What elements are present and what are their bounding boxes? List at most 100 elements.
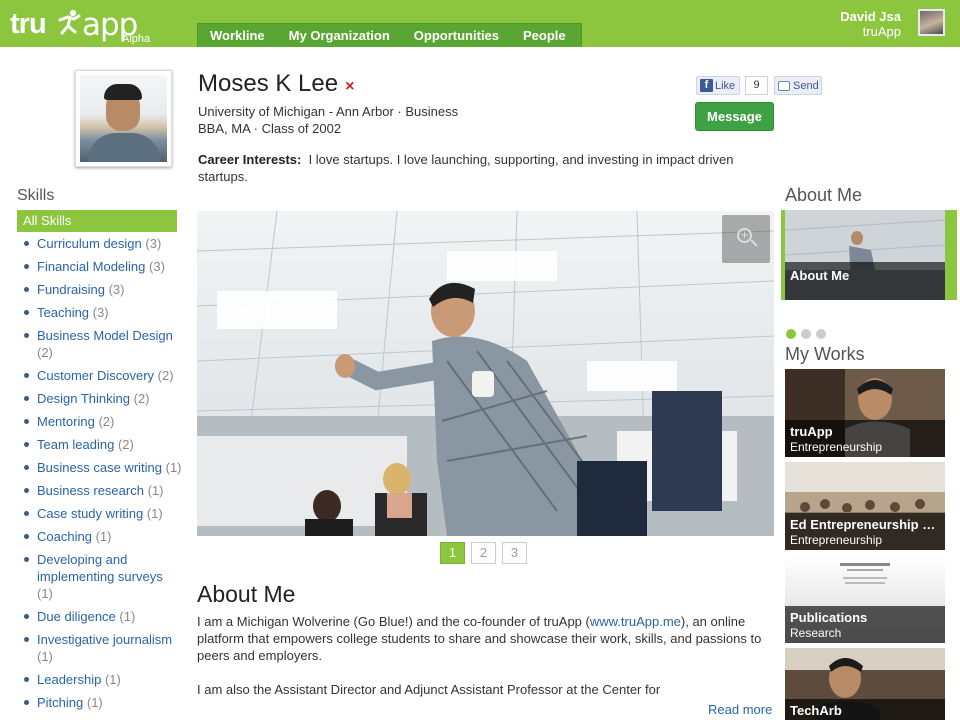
work-card-truapp[interactable]: truApp Entrepreneurship [785,369,945,457]
skill-link[interactable]: Team leading [37,437,114,452]
logo-figure-icon [58,9,81,35]
profile-school: University of Michigan - Ann Arbor · Bus… [198,104,459,119]
skill-item: Business case writing (1) [17,459,182,476]
skill-count: (1) [37,649,53,664]
skill-link[interactable]: Leadership [37,672,101,687]
skill-link[interactable]: Business case writing [37,460,162,475]
skill-count: (3) [149,259,165,274]
skill-item: Case study writing (1) [17,505,182,522]
skill-link[interactable]: Fundraising [37,282,105,297]
skill-count: (2) [117,437,134,452]
skill-item: Leadership (1) [17,671,182,688]
about-card-title: About Me [790,268,850,283]
work-title: truApp [790,424,833,439]
skill-link[interactable]: Pitching [37,695,83,710]
skill-count: (1) [86,695,103,710]
nav-my-organization[interactable]: My Organization [277,24,402,47]
send-icon [778,80,790,91]
skill-item: Financial Modeling (3) [17,258,182,275]
about-text-second: I am also the Assistant Director and Adj… [197,682,661,697]
facebook-send-button[interactable]: Send [774,76,822,95]
remove-icon[interactable]: × [345,78,354,96]
skill-link[interactable]: Developing and implementing surveys [37,552,163,584]
skill-link[interactable]: Investigative journalism [37,632,172,647]
gallery-pager: 1 2 3 [440,542,527,564]
zoom-button[interactable]: + [722,215,770,263]
skill-link[interactable]: Teaching [37,305,89,320]
profile-degree: BBA, MA · Class of 2002 [198,121,342,136]
skill-link[interactable]: Curriculum design [37,236,142,251]
skill-count: (1) [37,586,53,601]
skill-item: Fundraising (3) [17,281,182,298]
work-card-techarb[interactable]: TechArb [785,648,945,720]
work-title: Ed Entrepreneurship S… [790,517,940,532]
truapp-link[interactable]: www.truApp.me [590,614,681,629]
skill-link[interactable]: Coaching [37,529,92,544]
skills-all-filter[interactable]: All Skills [17,210,177,232]
skill-count: (1) [165,460,182,475]
right-about-title: About Me [785,185,863,205]
message-button[interactable]: Message [695,102,774,131]
logo-alpha-tag: Alpha [122,33,151,45]
classroom-photo [197,211,774,536]
skill-item: Coaching (1) [17,528,182,545]
skill-item: Due diligence (1) [17,608,182,625]
skill-item: Curriculum design (3) [17,235,182,252]
gallery-main-image[interactable] [197,211,774,536]
page-2-button[interactable]: 2 [471,542,496,564]
facebook-icon: f [700,79,713,92]
user-org: truApp [862,24,901,39]
profile-photo [75,70,172,167]
user-menu[interactable]: David Jsa truApp [840,9,901,39]
skill-count: (2) [98,414,115,429]
like-label: Like [715,79,736,92]
skill-link[interactable]: Due diligence [37,609,116,624]
skill-item: Mentoring (2) [17,413,182,430]
about-me-card[interactable]: About Me [785,210,945,300]
skill-count: (1) [104,672,121,687]
read-more-link[interactable]: Read more [708,702,772,717]
main-nav: Workline My Organization Opportunities P… [197,23,582,47]
skill-link[interactable]: Business research [37,483,144,498]
page-3-button[interactable]: 3 [502,542,527,564]
carousel-dot-2[interactable] [801,329,811,339]
skill-link[interactable]: Design Thinking [37,391,130,406]
skill-count: (2) [37,345,53,360]
skill-item: Design Thinking (2) [17,390,182,407]
profile-name-row: Moses K Lee × [198,70,354,98]
skill-count: (1) [95,529,112,544]
nav-people[interactable]: People [511,24,578,47]
career-label: Career Interests: [198,152,302,167]
logo-text-tru: tru [10,8,47,40]
skill-item: Investigative journalism (1) [17,631,182,665]
carousel-dot-1[interactable] [786,329,796,339]
work-card-publications[interactable]: Publications Research [785,555,945,643]
skill-item: Customer Discovery (2) [17,367,182,384]
skill-count: (3) [145,236,162,251]
nav-workline[interactable]: Workline [198,24,277,47]
skill-link[interactable]: Case study writing [37,506,143,521]
skill-item: Pitching (1) [17,694,182,711]
work-title: Publications [790,610,868,625]
skill-item: Developing and implementing surveys (1) [17,551,182,602]
send-label: Send [793,79,819,92]
user-name: David Jsa [840,9,901,24]
page-1-button[interactable]: 1 [440,542,465,564]
skill-item: Business Model Design (2) [17,327,182,361]
skill-link[interactable]: Customer Discovery [37,368,154,383]
user-avatar[interactable] [918,9,945,36]
truapp-logo[interactable]: tru app Alpha [10,6,160,45]
skill-link[interactable]: Financial Modeling [37,259,145,274]
skill-link[interactable]: Mentoring [37,414,95,429]
work-title: TechArb [790,703,842,718]
skill-link[interactable]: Business Model Design [37,328,173,343]
carousel-dot-3[interactable] [816,329,826,339]
skill-item: Business research (1) [17,482,182,499]
skill-count: (1) [119,609,136,624]
skill-count: (2) [157,368,174,383]
work-card-ed-entrepreneurship[interactable]: Ed Entrepreneurship S… Entrepreneurship [785,462,945,550]
skill-item: Teaching (3) [17,304,182,321]
facebook-like-button[interactable]: f Like [696,76,740,95]
about-carousel-dots [786,329,826,339]
nav-opportunities[interactable]: Opportunities [402,24,511,47]
